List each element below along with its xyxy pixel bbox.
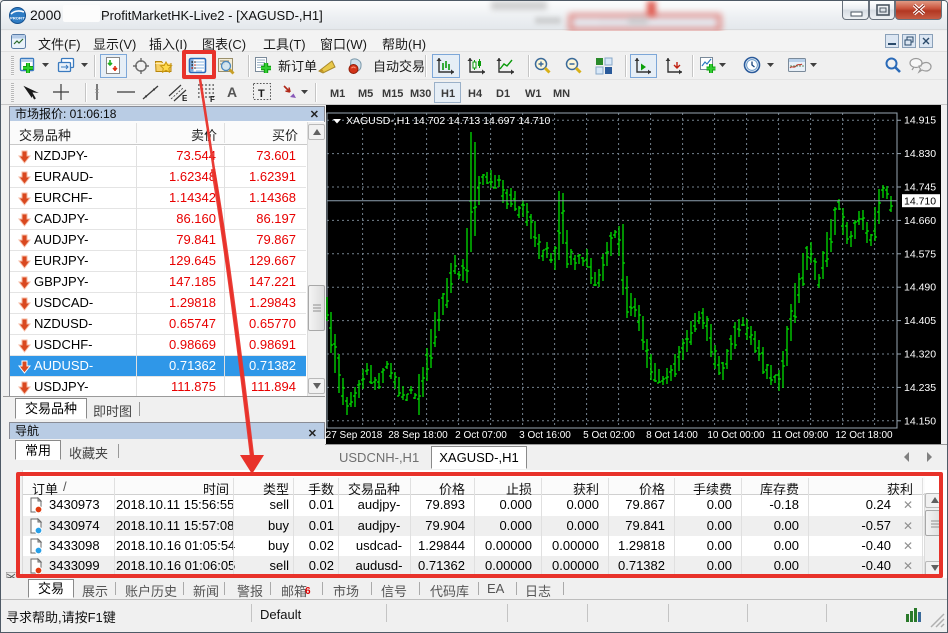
svg-text:14.320: 14.320 [904, 349, 936, 361]
svg-text:14.490: 14.490 [904, 282, 936, 294]
svg-text:PROFIT: PROFIT [10, 16, 25, 21]
svg-text:W1: W1 [525, 88, 542, 100]
svg-text:2 Oct 07:00: 2 Oct 07:00 [455, 430, 507, 441]
svg-text:M1: M1 [330, 88, 345, 100]
svg-text:新订单: 新订单 [278, 59, 317, 74]
svg-text:M30: M30 [410, 88, 431, 100]
svg-text:MN: MN [553, 88, 570, 100]
svg-text:M15: M15 [382, 88, 403, 100]
svg-text:3 Oct 16:00: 3 Oct 16:00 [519, 430, 571, 441]
svg-text:14.915: 14.915 [904, 115, 936, 127]
svg-text:28 Sep 18:00: 28 Sep 18:00 [388, 430, 448, 441]
svg-text:14.575: 14.575 [904, 248, 936, 260]
svg-text:14.745: 14.745 [904, 182, 936, 194]
svg-text:T: T [258, 88, 265, 100]
svg-text:E: E [182, 94, 188, 103]
svg-text:F: F [210, 95, 215, 104]
svg-text:H1: H1 [441, 88, 455, 100]
svg-text:27 Sep 2018: 27 Sep 2018 [326, 430, 383, 441]
svg-text:14.830: 14.830 [904, 148, 936, 160]
svg-text:14.150: 14.150 [904, 415, 936, 427]
svg-text:自动交易: 自动交易 [373, 59, 425, 74]
svg-text:10 Oct 00:00: 10 Oct 00:00 [707, 430, 765, 441]
svg-text:11 Oct 09:00: 11 Oct 09:00 [772, 430, 829, 441]
svg-text:12 Oct 18:00: 12 Oct 18:00 [835, 430, 893, 441]
svg-text:14.660: 14.660 [904, 215, 936, 227]
svg-text:M5: M5 [358, 88, 373, 100]
svg-text:14.235: 14.235 [904, 382, 936, 394]
svg-text:H4: H4 [468, 88, 483, 100]
svg-text:XAGUSD-,H1 14.702 14.713 14.6: XAGUSD-,H1 14.702 14.713 14.697 14.710 [346, 115, 550, 127]
svg-text:5 Oct 02:00: 5 Oct 02:00 [583, 430, 635, 441]
svg-text:D1: D1 [496, 88, 510, 100]
svg-text:8 Oct 14:00: 8 Oct 14:00 [646, 430, 698, 441]
svg-text:14.405: 14.405 [904, 315, 936, 327]
svg-text:A: A [227, 84, 237, 100]
svg-text:14.710: 14.710 [904, 196, 936, 208]
